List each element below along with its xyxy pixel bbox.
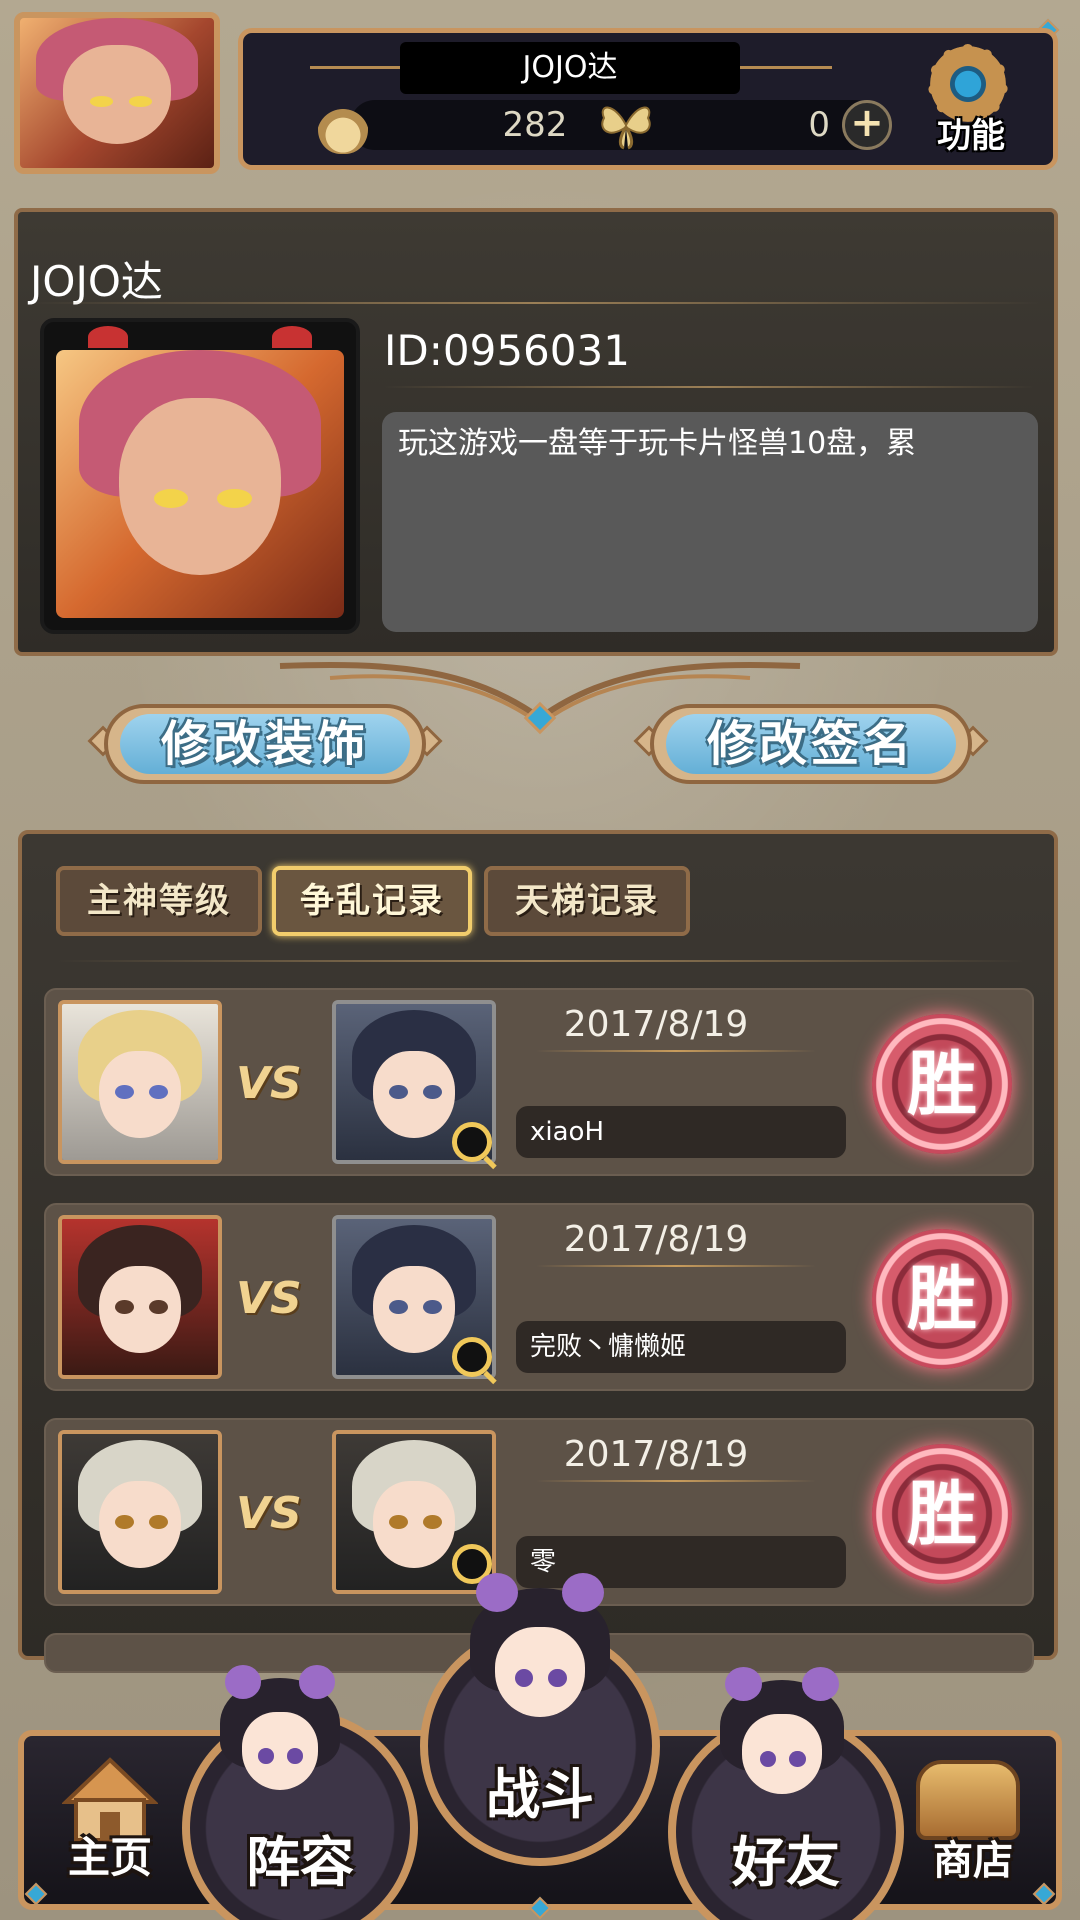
vs-label: VS — [236, 1488, 302, 1539]
tab-ladder-records[interactable]: 天梯记录 — [484, 866, 690, 936]
nav-friends[interactable]: 好友 — [716, 1818, 856, 1897]
divider — [536, 1050, 816, 1052]
record-row[interactable]: VS 2017/8/19 完败丶慵懒姬 胜 — [44, 1203, 1034, 1391]
signature-box: 玩这游戏一盘等于玩卡片怪兽10盘，累 — [382, 412, 1038, 632]
record-date: 2017/8/19 — [563, 1004, 749, 1045]
vs-label: VS — [236, 1058, 302, 1109]
divider — [30, 302, 1040, 304]
win-stamp: 胜 — [872, 1444, 1012, 1584]
win-stamp: 胜 — [872, 1014, 1012, 1154]
player-avatar[interactable] — [14, 12, 220, 174]
tab-conflict-records[interactable]: 争乱记录 — [272, 866, 472, 936]
edit-signature-button[interactable]: 修改签名 — [633, 694, 989, 794]
butterfly-count: 0 — [808, 105, 830, 145]
avatar-frame-ear — [272, 326, 312, 348]
record-row[interactable]: VS 2017/8/19 xiaoH 胜 — [44, 988, 1034, 1176]
divider — [536, 1480, 816, 1482]
divider — [56, 960, 1026, 962]
tab-god-level[interactable]: 主神等级 — [56, 866, 262, 936]
top-bar: JOJO达 282 0 + 功能 — [0, 0, 1080, 180]
record-date: 2017/8/19 — [563, 1219, 749, 1260]
flame-count: 282 — [502, 105, 568, 145]
divider — [384, 386, 1034, 388]
opponent-name: 完败丶慵懒姬 — [516, 1321, 846, 1373]
battle-character-icon — [470, 1573, 610, 1738]
record-date: 2017/8/19 — [563, 1434, 749, 1475]
opponent-name: xiaoH — [516, 1106, 846, 1158]
function-button-label[interactable]: 功能 — [926, 108, 1016, 157]
profile-name: JOJO达 — [30, 257, 163, 306]
win-stamp: 胜 — [872, 1229, 1012, 1369]
search-icon[interactable] — [452, 1122, 492, 1162]
butterfly-icon — [601, 106, 651, 150]
bottom-nav: 主页 阵容 战斗 好友 商店 — [0, 1573, 1080, 1920]
lineup-character-icon — [220, 1665, 340, 1808]
nav-battle[interactable]: 战斗 — [470, 1750, 610, 1829]
my-hero-portrait — [58, 1215, 222, 1379]
edit-decoration-button[interactable]: 修改装饰 — [87, 694, 443, 794]
player-id: ID:0956031 — [384, 326, 630, 375]
divider — [536, 1265, 816, 1267]
profile-avatar[interactable] — [40, 318, 360, 634]
add-currency-button[interactable]: + — [842, 100, 892, 150]
nav-home[interactable]: 主页 — [60, 1824, 160, 1885]
search-icon[interactable] — [452, 1337, 492, 1377]
vs-label: VS — [236, 1273, 302, 1324]
nav-lineup[interactable]: 阵容 — [230, 1818, 370, 1897]
my-hero-portrait — [58, 1000, 222, 1164]
player-name: JOJO达 — [400, 42, 740, 94]
avatar-frame-ear — [88, 326, 128, 348]
nav-shop[interactable]: 商店 — [918, 1828, 1028, 1886]
edit-decoration-label: 修改装饰 — [120, 714, 410, 774]
my-hero-portrait — [58, 1430, 222, 1594]
flame-icon — [318, 100, 368, 154]
friends-character-icon — [720, 1666, 844, 1812]
edit-signature-label: 修改签名 — [666, 714, 956, 774]
record-row[interactable]: VS 2017/8/19 零 胜 — [44, 1418, 1034, 1606]
